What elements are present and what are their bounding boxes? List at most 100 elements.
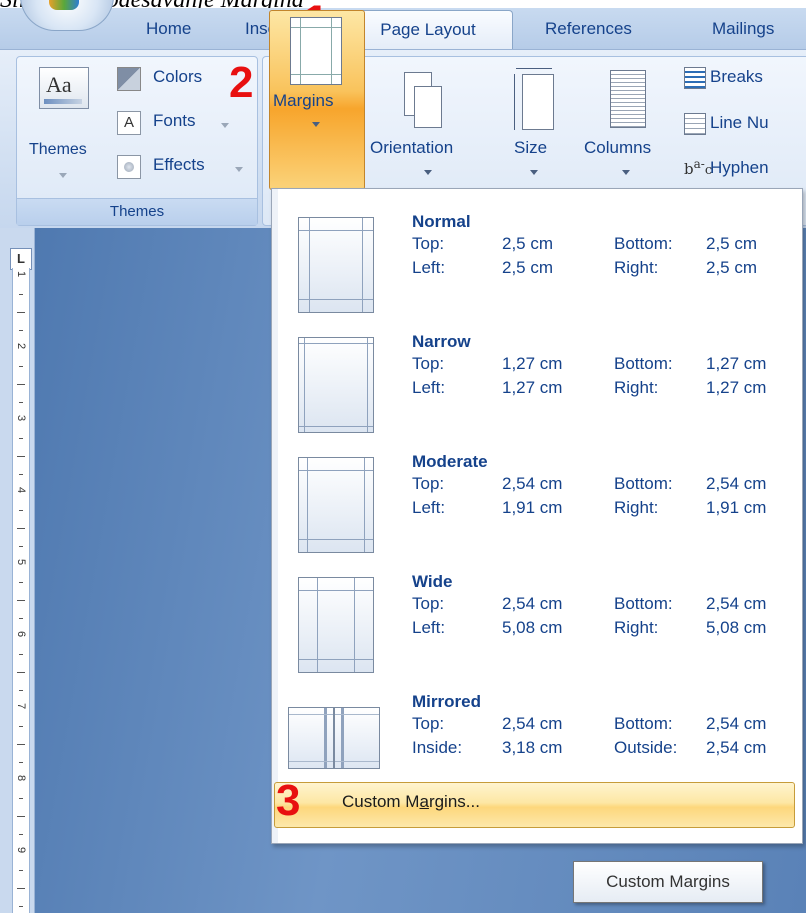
line-numbers-label: Line Nu — [710, 113, 769, 132]
office-logo-icon — [49, 0, 79, 10]
tab-page-layout[interactable]: Page Layout — [343, 10, 513, 51]
preset-label: Bottom: — [614, 234, 673, 253]
ruler-number: 2 — [15, 342, 27, 350]
ruler-number: 9 — [15, 846, 27, 854]
preset-name: Wide — [412, 572, 453, 591]
preset-label: Bottom: — [614, 594, 673, 613]
ruler-tick — [19, 906, 23, 907]
preset-name: Moderate — [412, 452, 488, 471]
page-margins-icon — [298, 337, 374, 433]
margins-icon — [290, 17, 342, 85]
fonts-label: Fonts — [153, 111, 196, 130]
effects-label: Effects — [153, 155, 205, 174]
themes-button[interactable]: Aa Themes — [19, 59, 111, 187]
preset-value: 2,54 cm — [502, 474, 563, 493]
preset-label: Top: — [412, 594, 445, 613]
ruler-tick — [19, 582, 23, 583]
breaks-button[interactable]: Breaks — [684, 64, 806, 94]
preset-label: Inside: — [412, 738, 463, 757]
columns-label: Columns — [584, 138, 652, 157]
ruler-number: 7 — [15, 702, 27, 710]
margins-button[interactable]: Margins — [269, 10, 365, 190]
hyphenation-button[interactable]: ba-c Hyphen — [684, 155, 806, 185]
page-margins-icon — [298, 217, 374, 313]
orientation-dropdown-arrow-icon — [424, 170, 432, 175]
preset-value: 1,27 cm — [706, 378, 767, 397]
annotation-number-2: 2 — [229, 58, 254, 107]
ruler-tick — [19, 294, 23, 295]
preset-value: 2,5 cm — [706, 258, 758, 277]
columns-button[interactable]: Columns — [580, 60, 676, 190]
fonts-icon: A — [117, 111, 141, 135]
preset-label: Right: — [614, 378, 659, 397]
preset-label: Top: — [412, 474, 445, 493]
office-button[interactable] — [20, 0, 114, 31]
size-button[interactable]: Size — [506, 60, 562, 190]
effects-button[interactable]: Effects — [117, 153, 253, 183]
ruler-number: 3 — [15, 414, 27, 422]
preset-value: 2,54 cm — [706, 738, 767, 757]
size-dropdown-arrow-icon — [530, 170, 538, 175]
effects-icon — [117, 155, 141, 179]
margin-preset-narrow[interactable]: Narrow Top: 1,27 cm Bottom: 1,27 cm Left: 1,27… — [272, 319, 802, 439]
preset-value: 2,5 cm — [502, 258, 554, 277]
preset-name: Normal — [412, 212, 471, 231]
mirrored-margins-icon — [288, 707, 382, 769]
ruler-number: 5 — [15, 558, 27, 566]
margin-preset-mirrored[interactable]: Mirrored Top: 2,54 cm Bottom: 2,54 cm Inside:… — [272, 679, 802, 799]
preset-name: Mirrored — [412, 692, 481, 711]
ruler-tick — [19, 402, 23, 403]
ruler-tick — [19, 726, 23, 727]
ruler-tick — [19, 834, 23, 835]
margin-preset-wide[interactable]: Wide Top: 2,54 cm Bottom: 2,54 cm Left: 5,08 c… — [272, 559, 802, 679]
preset-value: 2,54 cm — [706, 474, 767, 493]
preset-value: 2,5 cm — [502, 234, 554, 253]
vertical-ruler[interactable]: 1 2 3 4 5 6 7 8 9 — [12, 268, 30, 913]
colors-icon — [117, 67, 141, 91]
margins-dropdown-arrow-icon — [312, 122, 320, 127]
preset-value: 5,08 cm — [502, 618, 563, 637]
preset-label: Top: — [412, 354, 445, 373]
ruler-tick — [17, 384, 25, 385]
orientation-button[interactable]: Orientation — [368, 60, 492, 190]
orientation-icon — [404, 72, 442, 128]
tab-home[interactable]: Home — [146, 8, 191, 49]
ruler-tick — [19, 510, 23, 511]
preset-value: 2,54 cm — [502, 594, 563, 613]
breaks-icon — [684, 67, 706, 89]
size-label: Size — [514, 138, 548, 157]
columns-icon — [610, 70, 646, 128]
fonts-dropdown-arrow-icon — [221, 123, 229, 128]
ruler-tick — [19, 474, 23, 475]
preset-label: Bottom: — [614, 714, 673, 733]
preset-label: Outside: — [614, 738, 678, 757]
ruler-tick — [19, 690, 23, 691]
ruler-tick — [17, 816, 25, 817]
tab-mailings[interactable]: Mailings — [712, 8, 774, 49]
ruler-number: 6 — [15, 630, 27, 638]
size-icon — [514, 68, 554, 130]
ruler-tick — [19, 798, 23, 799]
custom-margins-tooltip: Custom Margins — [573, 861, 763, 903]
ruler-tick — [19, 330, 23, 331]
preset-label: Right: — [614, 498, 659, 517]
ruler-tick — [19, 438, 23, 439]
ruler-tick — [17, 456, 25, 457]
margin-preset-normal[interactable]: Normal Top: 2,5 cm Bottom: 2,5 cm Left: 2,5 cm… — [272, 199, 802, 319]
ruler-tick — [17, 600, 25, 601]
ruler-tick — [19, 366, 23, 367]
ruler-tick — [19, 654, 23, 655]
ruler-tick — [17, 672, 25, 673]
preset-label: Right: — [614, 258, 659, 277]
tab-references[interactable]: References — [545, 8, 632, 49]
line-numbers-button[interactable]: Line Nu — [684, 110, 806, 140]
fonts-button[interactable]: A Fonts — [117, 109, 253, 139]
page-margins-icon — [298, 457, 374, 553]
ribbon-tab-bar: Home Insert Page Layout References Maili… — [0, 0, 806, 51]
ruler-tick — [17, 312, 25, 313]
preset-label: Top: — [412, 234, 445, 253]
margin-preset-moderate[interactable]: Moderate Top: 2,54 cm Bottom: 2,54 cm Left: 1,… — [272, 439, 802, 559]
preset-value: 1,91 cm — [706, 498, 767, 517]
preset-label: Top: — [412, 714, 445, 733]
preset-label: Bottom: — [614, 474, 673, 493]
